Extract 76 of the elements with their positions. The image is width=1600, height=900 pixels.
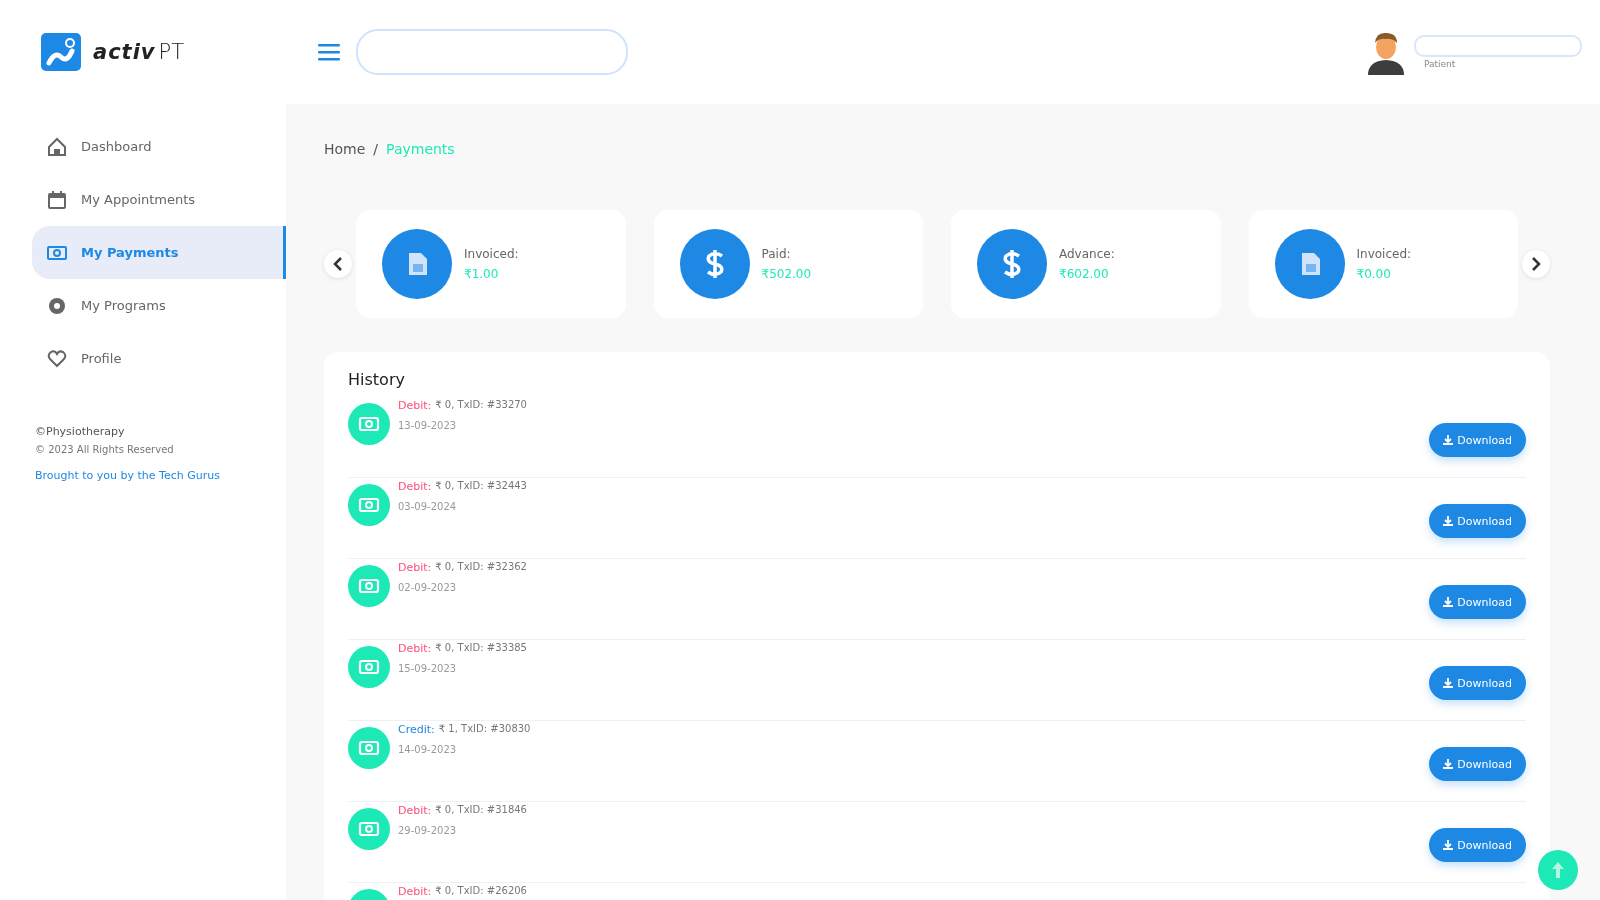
user-name-field[interactable]: [1414, 35, 1582, 57]
download-icon: [1443, 759, 1454, 769]
card-label: Invoiced:: [464, 247, 519, 261]
home-icon: [47, 136, 67, 157]
dollar-icon: [679, 229, 750, 299]
download-button[interactable]: Download: [1429, 423, 1526, 457]
disc-icon: [47, 295, 67, 316]
banknote-icon: [348, 727, 390, 769]
transaction-date: 02-09-2023: [398, 582, 458, 593]
transaction-details: ₹ 0, TxID: #33270: [435, 399, 527, 412]
card-label: Paid:: [761, 247, 792, 261]
download-button[interactable]: Download: [1429, 828, 1526, 862]
download-button[interactable]: Download: [1429, 504, 1526, 538]
transaction-date: 15-09-2023: [398, 663, 458, 674]
banknote-icon: [348, 565, 390, 607]
download-icon: [1443, 840, 1454, 850]
transaction-date: 14-09-2023: [398, 744, 458, 755]
transaction-details: ₹ 0, TxID: #32443: [435, 480, 527, 493]
card-label: Invoiced:: [1356, 247, 1412, 261]
credit-link[interactable]: Brought to you by the Tech Gurus: [35, 469, 286, 482]
transaction-details: ₹ 0, TxID: #26206: [435, 885, 527, 898]
download-button[interactable]: Download: [1429, 585, 1526, 619]
download-button[interactable]: Download: [1429, 747, 1526, 781]
document-icon: [1274, 229, 1345, 299]
banknote-icon: [348, 808, 390, 850]
next-button[interactable]: [1522, 250, 1550, 278]
history-title: History: [348, 370, 406, 389]
download-icon: [1443, 597, 1454, 607]
card-amount: ₹0.00: [1356, 267, 1392, 281]
transaction-date: 29-09-2023: [398, 825, 458, 836]
card-amount: ₹602.00: [1059, 267, 1110, 281]
breadcrumb-link[interactable]: Home: [324, 141, 366, 157]
transaction-details: ₹ 1, TxID: #30830: [438, 723, 531, 736]
brand-name: activ PT: [93, 40, 185, 64]
download-button[interactable]: Download: [1429, 666, 1526, 700]
breadcrumb-separator: /: [373, 141, 379, 157]
dollar-icon: [977, 229, 1047, 299]
chevron-left-icon: [333, 256, 343, 272]
chevron-right-icon: [1531, 256, 1541, 272]
sidebar-item[interactable]: Profile: [32, 332, 286, 385]
transaction-details: ₹ 0, TxID: #31846: [435, 804, 527, 817]
transaction-details: ₹ 0, TxID: #33385: [435, 642, 527, 655]
download-icon: [1443, 516, 1454, 526]
user-role: Patient: [1424, 59, 1457, 69]
sidebar-item[interactable]: My Programs: [32, 279, 286, 332]
download-icon: [1443, 678, 1454, 688]
download-icon: [1443, 435, 1454, 445]
transaction-type: Debit:: [398, 885, 432, 898]
card-label: Advance:: [1059, 247, 1115, 261]
transaction-type: Credit:: [398, 723, 435, 736]
previous-button[interactable]: [324, 250, 352, 278]
arrow-up-icon: [1551, 861, 1565, 879]
banknote-icon: [348, 403, 390, 445]
document-icon: [382, 229, 452, 299]
sidebar-item[interactable]: My Appointments: [32, 173, 286, 226]
card-amount: ₹502.00: [761, 267, 812, 281]
menu-icon[interactable]: [318, 43, 340, 61]
company-name: ©Physiotherapy: [35, 425, 126, 438]
transaction-type: Debit:: [398, 480, 432, 493]
transaction-type: Debit:: [398, 561, 432, 574]
heart-icon: [47, 348, 67, 369]
transaction-date: 13-09-2023: [398, 420, 458, 431]
sidebar-item[interactable]: Dashboard: [32, 120, 286, 173]
logo-icon: [41, 33, 81, 71]
search-field[interactable]: [356, 29, 628, 75]
transaction-details: ₹ 0, TxID: #32362: [435, 561, 527, 574]
calendar-icon: [47, 189, 67, 210]
copyright-text: © 2023 All Rights Reserved: [35, 444, 175, 455]
transaction-type: Debit:: [398, 399, 432, 412]
card-amount: ₹1.00: [464, 267, 500, 281]
transaction-type: Debit:: [398, 642, 432, 655]
banknote-icon: [348, 484, 390, 526]
sidebar-item[interactable]: My Payments: [32, 226, 286, 279]
transaction-type: Debit:: [398, 804, 432, 817]
banknote-icon: [348, 646, 390, 688]
transaction-date: 03-09-2024: [398, 501, 458, 512]
